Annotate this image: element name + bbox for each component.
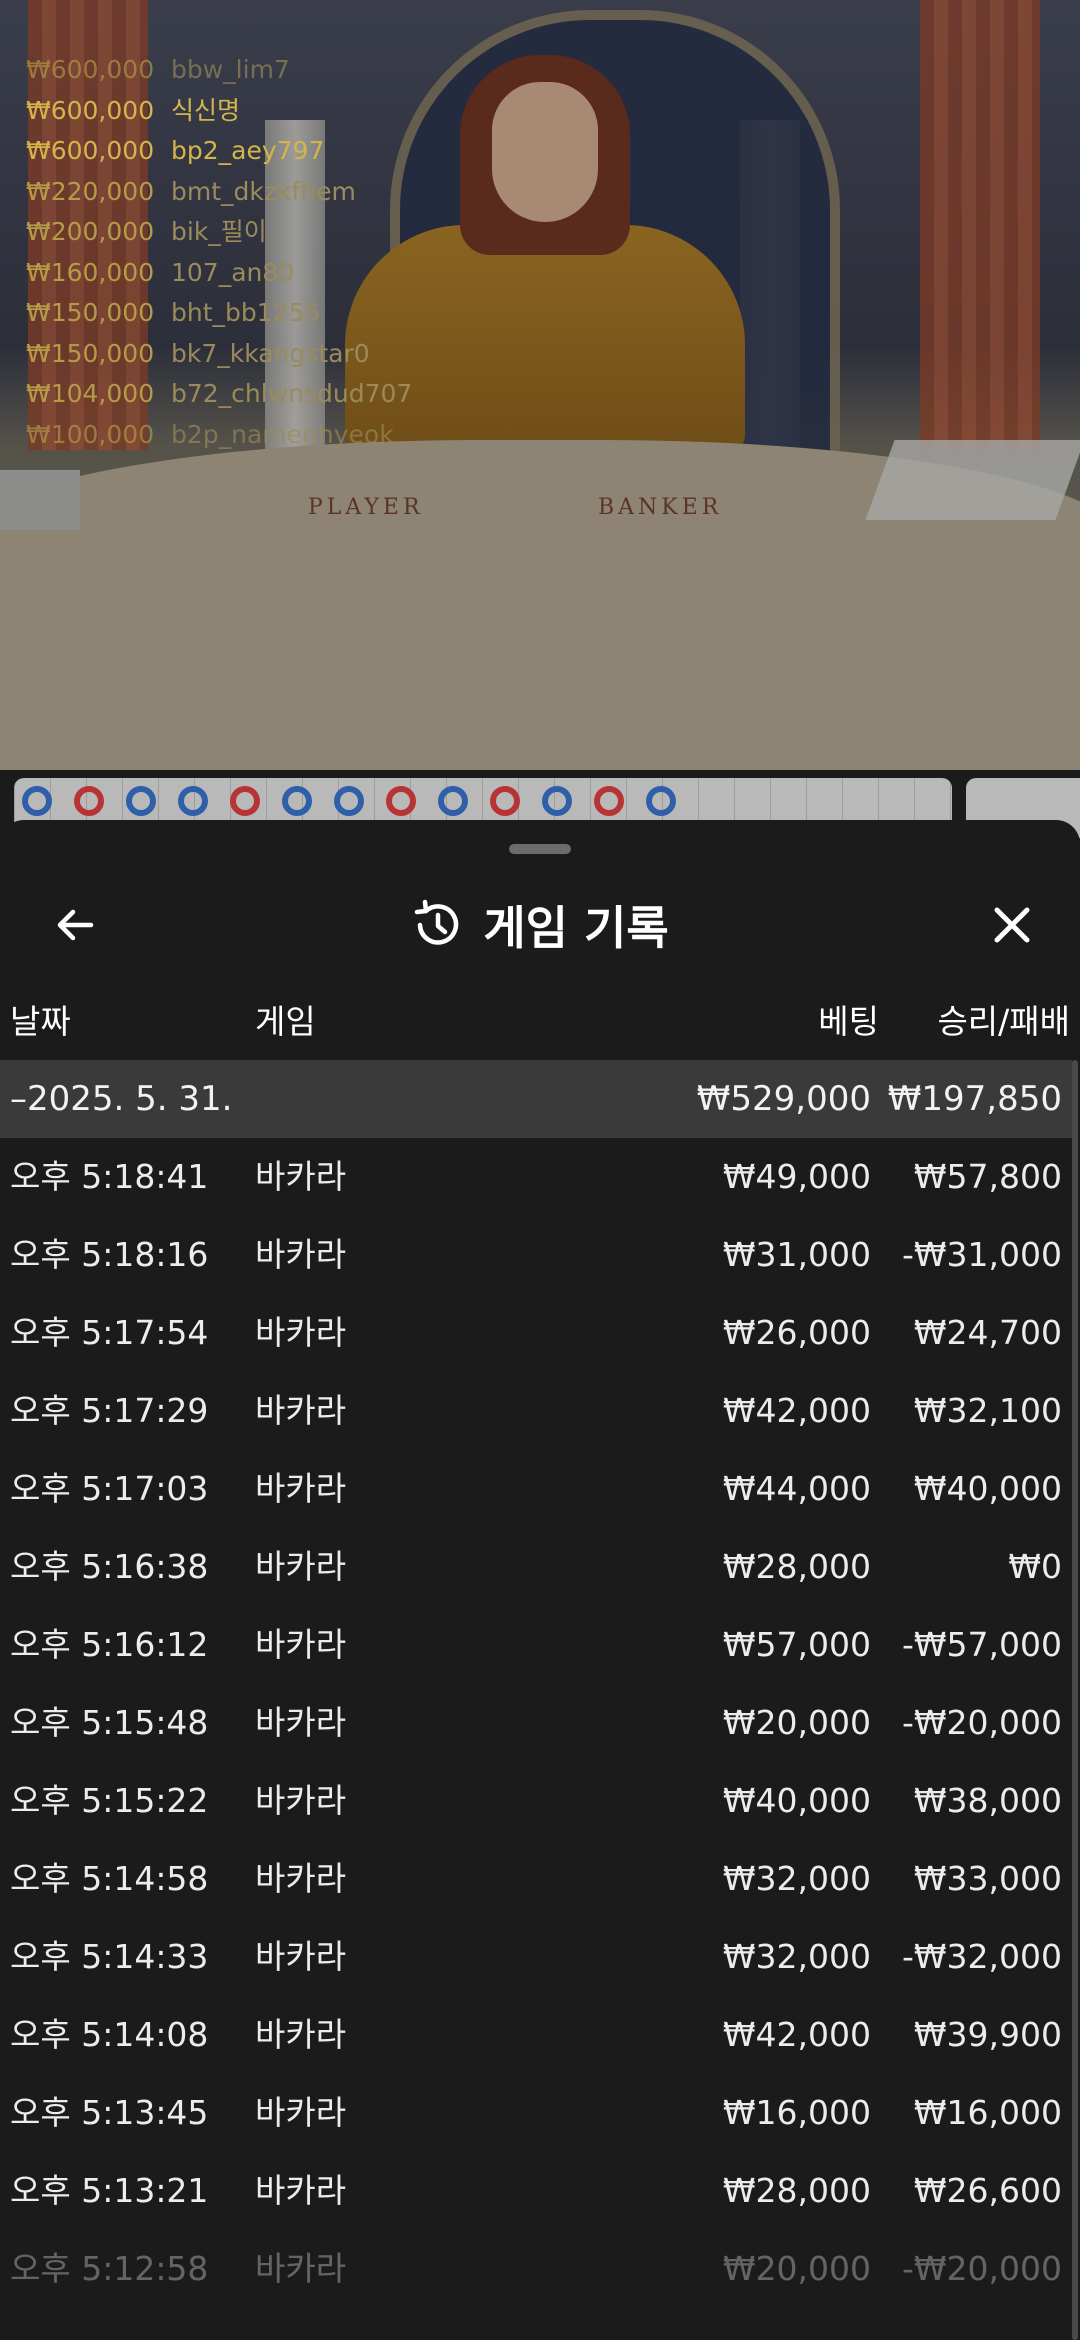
road-bead-blue	[646, 786, 676, 816]
leaderboard-row: ₩600,000 bp2_aey797	[26, 136, 325, 165]
close-button[interactable]	[977, 890, 1047, 960]
summary-winloss-total: ₩197,850	[887, 1079, 1062, 1119]
leaderboard-row: ₩600,000 식신명	[26, 95, 241, 125]
table-header: 날짜 게임 베팅 승리/패배	[0, 995, 1080, 1065]
table-row[interactable]: 오후 5:18:41 바카라 ₩49,000 ₩57,800	[0, 1138, 1072, 1216]
winners-leaderboard: ₩600,000 bbw_lim7 ₩600,000 식신명 ₩600,000 bp2…	[26, 50, 412, 455]
summary-date: –2025. 5. 31.	[10, 1079, 233, 1119]
column-header-bet[interactable]: 베팅	[818, 995, 879, 1043]
column-header-winloss[interactable]: 승리/패배	[937, 995, 1070, 1043]
table-row[interactable]: 오후 5:12:58 바카라 ₩20,000 -₩20,000	[0, 2230, 1072, 2308]
live-video: PLAYER BANKER ₩600,000 bbw_lim7 ₩600,000 식…	[0, 0, 1080, 770]
game-history-sheet: 게임 기록 날짜 게임 베팅 승리/패배 –2025. 5. 31. ₩529,…	[0, 820, 1080, 2340]
table-row[interactable]: 오후 5:15:48 바카라 ₩20,000 -₩20,000	[0, 1684, 1072, 1762]
table-row[interactable]: 오후 5:16:12 바카라 ₩57,000 -₩57,000	[0, 1606, 1072, 1684]
road-bead-blue	[22, 786, 52, 816]
leaderboard-row: ₩200,000 bik_필이	[26, 217, 267, 246]
column-header-date[interactable]: 날짜	[10, 995, 71, 1043]
date-summary-row[interactable]: –2025. 5. 31. ₩529,000 ₩197,850	[0, 1060, 1072, 1138]
road-bead-blue	[126, 786, 156, 816]
leaderboard-row: ₩150,000 bk7_kkangstar0	[26, 338, 370, 368]
road-bead-blue	[542, 786, 572, 816]
leaderboard-row: ₩100,000 b2p_namenhyeok	[26, 419, 394, 449]
road-bead-red	[74, 786, 104, 816]
road-bead-red	[594, 786, 624, 816]
leaderboard-row: ₩160,000 107_an80	[26, 257, 295, 287]
history-clock-icon	[415, 899, 459, 945]
sheet-header: 게임 기록	[0, 870, 1080, 980]
scrollbar[interactable]	[1072, 1060, 1078, 2340]
table-row[interactable]: 오후 5:13:45 바카라 ₩16,000 ₩16,000	[0, 2074, 1072, 2152]
table-row[interactable]: 오후 5:14:33 바카라 ₩32,000 -₩32,000	[0, 1918, 1072, 1996]
road-bead-blue	[178, 786, 208, 816]
leaderboard-row: ₩220,000 bmt_dkzkfhem	[26, 176, 356, 206]
table-label-banker: BANKER	[598, 495, 723, 520]
leaderboard-row: ₩600,000 bbw_lim7	[26, 55, 290, 84]
card-shoe	[865, 440, 1080, 520]
road-bead-red	[490, 786, 520, 816]
table-row[interactable]: 오후 5:17:54 바카라 ₩26,000 ₩24,700	[0, 1294, 1072, 1372]
sheet-title-group: 게임 기록	[0, 888, 1080, 962]
road-bead-blue	[334, 786, 364, 816]
drag-handle[interactable]	[509, 844, 571, 854]
leaderboard-row: ₩150,000 bht_bb1255	[26, 298, 321, 327]
road-bead-blue	[438, 786, 468, 816]
table-label-player: PLAYER	[308, 495, 424, 520]
road-bead-blue	[282, 786, 312, 816]
close-icon	[994, 907, 1030, 943]
table-row[interactable]: 오후 5:15:22 바카라 ₩40,000 ₩38,000	[0, 1762, 1072, 1840]
table-row[interactable]: 오후 5:18:16 바카라 ₩31,000 -₩31,000	[0, 1216, 1072, 1294]
table-row[interactable]: 오후 5:16:38 바카라 ₩28,000 ₩0	[0, 1528, 1072, 1606]
summary-bet-total: ₩529,000	[696, 1079, 871, 1119]
table-row[interactable]: 오후 5:13:21 바카라 ₩28,000 ₩26,600	[0, 2152, 1072, 2230]
road-bead-red	[386, 786, 416, 816]
table-row[interactable]: 오후 5:17:03 바카라 ₩44,000 ₩40,000	[0, 1450, 1072, 1528]
page-title: 게임 기록	[483, 901, 669, 955]
table-row[interactable]: 오후 5:14:58 바카라 ₩32,000 ₩33,000	[0, 1840, 1072, 1918]
dealer-face	[492, 82, 598, 222]
curtain-right	[920, 0, 1040, 450]
column-header-game[interactable]: 게임	[255, 995, 316, 1043]
table-row[interactable]: 오후 5:14:08 바카라 ₩42,000 ₩39,900	[0, 1996, 1072, 2074]
leaderboard-row: ₩104,000 b72_chlwnsdud707	[26, 379, 413, 408]
chip-tray	[0, 470, 80, 530]
road-bead-red	[230, 786, 260, 816]
table-row[interactable]: 오후 5:17:29 바카라 ₩42,000 ₩32,100	[0, 1372, 1072, 1450]
history-list: 오후 5:18:41 바카라 ₩49,000 ₩57,800 오후 5:18:16 바카…	[0, 1138, 1072, 2308]
